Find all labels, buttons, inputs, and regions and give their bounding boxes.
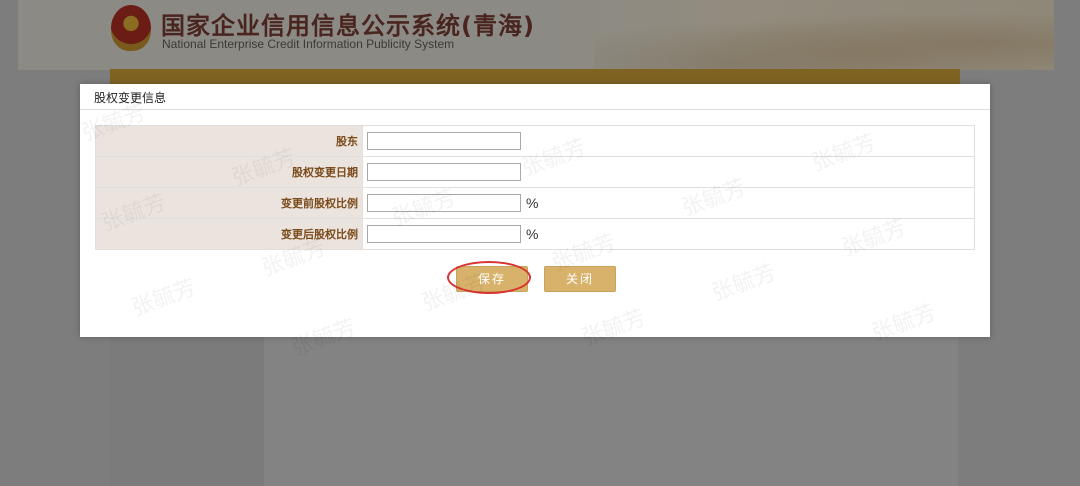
percent-unit: % bbox=[526, 195, 539, 211]
site-title: 国家企业信用信息公示系统(青海) bbox=[161, 12, 535, 40]
ratio-after-label: 变更后股权比例 bbox=[95, 218, 363, 250]
shareholder-input[interactable] bbox=[367, 132, 521, 150]
shareholder-label: 股东 bbox=[95, 125, 363, 157]
background-sidebar bbox=[110, 337, 264, 486]
site-subtitle: National Enterprise Credit Information P… bbox=[162, 37, 455, 51]
ratio-before-label: 变更前股权比例 bbox=[95, 187, 363, 219]
equity-change-dialog: 股权变更信息 股东 股权变更日期 变更前股权比例 % 变更后股权比例 % 保存 … bbox=[80, 84, 990, 337]
dialog-divider bbox=[80, 109, 990, 110]
percent-unit: % bbox=[526, 226, 539, 242]
form-row-change-date: 股权变更日期 bbox=[95, 156, 975, 188]
change-date-label: 股权变更日期 bbox=[95, 156, 363, 188]
close-button[interactable]: 关闭 bbox=[544, 266, 616, 292]
dialog-title: 股权变更信息 bbox=[94, 91, 167, 105]
save-button[interactable]: 保存 bbox=[456, 266, 528, 292]
form-row-ratio-after: 变更后股权比例 % bbox=[95, 218, 975, 250]
form-row-ratio-before: 变更前股权比例 % bbox=[95, 187, 975, 219]
ratio-before-input[interactable] bbox=[367, 194, 521, 212]
background-content bbox=[264, 337, 958, 486]
ratio-after-input[interactable] bbox=[367, 225, 521, 243]
form-row-shareholder: 股东 bbox=[95, 125, 975, 157]
equity-change-form: 股东 股权变更日期 变更前股权比例 % 变更后股权比例 % bbox=[95, 125, 975, 250]
header-landscape-image bbox=[594, 0, 1054, 70]
change-date-input[interactable] bbox=[367, 163, 521, 181]
national-emblem-icon bbox=[111, 5, 151, 51]
